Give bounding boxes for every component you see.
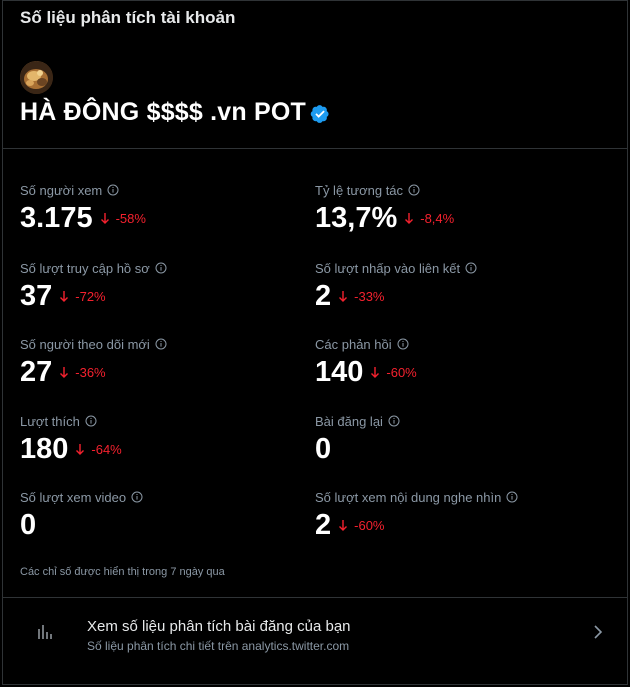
account-name[interactable]: HÀ ĐÔNG $$$$ .vn POT xyxy=(20,98,306,127)
arrow-down-icon xyxy=(60,367,69,378)
metric-card: Lượt thích 180 -64% xyxy=(20,413,300,466)
metric-change: -60% xyxy=(370,365,417,380)
info-icon[interactable] xyxy=(85,415,97,427)
arrow-down-icon xyxy=(60,291,69,302)
avatar[interactable] xyxy=(20,61,53,94)
metric-value-row: 37 -72% xyxy=(20,279,300,313)
metric-change-text: -60% xyxy=(386,365,417,380)
info-icon[interactable] xyxy=(408,184,420,196)
metric-label: Số lượt nhấp vào liên kết xyxy=(315,260,595,276)
metric-change-text: -60% xyxy=(354,518,385,533)
metric-value-row: 13,7% -8,4% xyxy=(315,201,595,235)
metric-value: 37 xyxy=(20,280,53,312)
metric-card: Bài đăng lại 0 xyxy=(315,413,595,466)
metric-label-text: Số lượt xem video xyxy=(20,489,127,505)
post-analytics-link[interactable]: Xem số liệu phân tích bài đăng của bạn S… xyxy=(3,598,627,684)
metric-change-text: -33% xyxy=(354,289,385,304)
post-analytics-link-subtitle: Số liệu phân tích chi tiết trên analytic… xyxy=(87,639,350,653)
metric-label: Lượt thích xyxy=(20,413,300,429)
metrics-footnote: Các chỉ số được hiển thị trong 7 ngày qu… xyxy=(20,566,225,578)
account-header: HÀ ĐÔNG $$$$ .vn POT xyxy=(20,98,330,127)
metric-label: Số lượt xem video xyxy=(20,489,300,505)
info-icon[interactable] xyxy=(155,262,167,274)
metric-card: Số lượt xem nội dung nghe nhìn 2 -60% xyxy=(315,489,595,542)
metric-label: Số lượt xem nội dung nghe nhìn xyxy=(315,489,595,505)
metric-label: Các phản hồi xyxy=(315,336,595,352)
info-icon[interactable] xyxy=(107,184,119,196)
metric-value-row: 3.175 -58% xyxy=(20,201,300,235)
metric-label-text: Số người theo dõi mới xyxy=(20,336,150,352)
metric-label: Số người theo dõi mới xyxy=(20,336,300,352)
metric-card: Số lượt truy cập hồ sơ 37 -72% xyxy=(20,260,300,313)
arrow-down-icon xyxy=(339,520,348,531)
avatar-image xyxy=(20,61,53,94)
metric-card: Các phản hồi 140 -60% xyxy=(315,336,595,389)
metric-label-text: Bài đăng lại xyxy=(315,413,383,429)
arrow-down-icon xyxy=(339,291,348,302)
verified-badge-icon xyxy=(310,104,329,123)
metric-change: -33% xyxy=(338,289,385,304)
metric-label: Bài đăng lại xyxy=(315,413,595,429)
metric-value: 2 xyxy=(315,280,332,312)
metric-label-text: Số lượt nhấp vào liên kết xyxy=(315,260,461,276)
info-icon[interactable] xyxy=(465,262,477,274)
info-icon[interactable] xyxy=(155,338,167,350)
metric-card: Tỷ lệ tương tác 13,7% -8,4% xyxy=(315,182,595,235)
metric-label: Tỷ lệ tương tác xyxy=(315,182,595,198)
metric-label: Số lượt truy cập hồ sơ xyxy=(20,260,300,276)
metric-change: -64% xyxy=(75,442,122,457)
metric-card: Số lượt xem video 0 xyxy=(20,489,300,542)
metric-change: -36% xyxy=(59,365,106,380)
metric-change-text: -64% xyxy=(91,442,122,457)
arrow-down-icon xyxy=(405,213,414,224)
metric-change-text: -8,4% xyxy=(420,211,455,226)
metric-value: 180 xyxy=(20,433,69,465)
metric-card: Số người xem 3.175 -58% xyxy=(20,182,300,235)
metric-label-text: Tỷ lệ tương tác xyxy=(315,182,404,198)
post-analytics-link-title: Xem số liệu phân tích bài đăng của bạn xyxy=(87,618,351,635)
metric-label-text: Số người xem xyxy=(20,182,103,198)
metric-change-text: -72% xyxy=(75,289,106,304)
metric-change: -58% xyxy=(100,211,146,226)
metric-card: Số lượt nhấp vào liên kết 2 -33% xyxy=(315,260,595,313)
info-icon[interactable] xyxy=(506,491,518,503)
arrow-down-icon xyxy=(76,444,85,455)
chevron-right-icon xyxy=(594,625,603,639)
metric-label: Số người xem xyxy=(20,182,300,198)
metric-change: -72% xyxy=(59,289,106,304)
info-icon[interactable] xyxy=(397,338,409,350)
metric-value-row: 2 -60% xyxy=(315,508,595,542)
metric-value-row: 0 xyxy=(20,508,300,542)
arrow-down-icon xyxy=(100,213,109,224)
metric-value-row: 180 -64% xyxy=(20,432,300,466)
metric-value-row: 2 -33% xyxy=(315,279,595,313)
metric-value: 2 xyxy=(315,509,332,541)
info-icon[interactable] xyxy=(131,491,143,503)
metric-label-text: Số lượt xem nội dung nghe nhìn xyxy=(315,489,502,505)
metric-value: 0 xyxy=(20,509,37,541)
metric-change: -60% xyxy=(338,518,385,533)
metric-label-text: Lượt thích xyxy=(20,413,80,429)
panel-title: Số liệu phân tích tài khoản xyxy=(20,8,236,27)
metric-value: 3.175 xyxy=(20,202,93,234)
metric-value-row: 27 -36% xyxy=(20,355,300,389)
metric-label-text: Các phản hồi xyxy=(315,336,392,352)
arrow-down-icon xyxy=(371,367,380,378)
metric-value: 140 xyxy=(315,356,364,388)
bar-chart-icon xyxy=(38,625,52,639)
metric-value: 13,7% xyxy=(315,202,398,234)
info-icon[interactable] xyxy=(388,415,400,427)
metric-value: 0 xyxy=(315,433,332,465)
metric-card: Số người theo dõi mới 27 -36% xyxy=(20,336,300,389)
metric-change-text: -58% xyxy=(115,211,146,226)
metric-change-text: -36% xyxy=(75,365,106,380)
metric-value-row: 140 -60% xyxy=(315,355,595,389)
metric-label-text: Số lượt truy cập hồ sơ xyxy=(20,260,150,276)
metric-value: 27 xyxy=(20,356,53,388)
metric-value-row: 0 xyxy=(315,432,595,466)
account-analytics-panel: Số liệu phân tích tài khoản HÀ ĐÔNG $$$$… xyxy=(2,0,628,685)
header-divider xyxy=(3,148,627,149)
metric-change: -8,4% xyxy=(404,211,454,226)
